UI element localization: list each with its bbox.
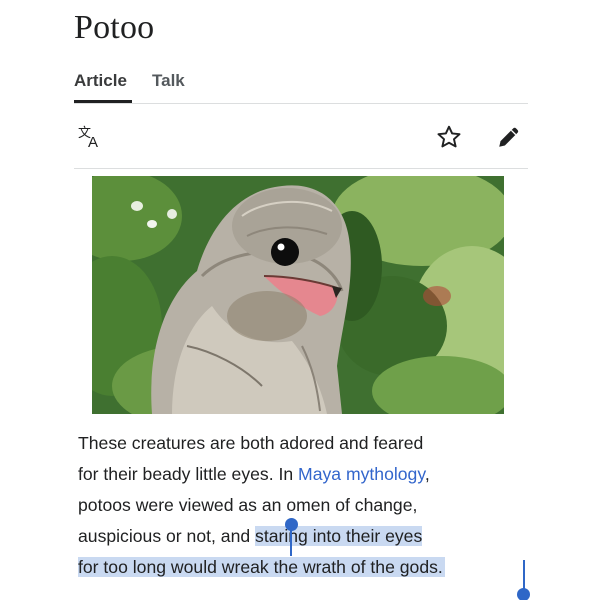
star-icon [437, 125, 461, 148]
selection-start-caret [290, 526, 292, 556]
watch-star-button[interactable] [434, 122, 464, 152]
selected-text[interactable]: for too long would wreak the wrath of th… [78, 557, 445, 577]
language-icon: 文 A [78, 126, 98, 150]
paragraph-line: potoos were viewed as an omen of change, [78, 495, 418, 515]
potoo-illustration [92, 176, 504, 414]
selected-text[interactable]: staring into their eyes [255, 526, 423, 546]
edit-button[interactable] [494, 122, 524, 152]
tabs-divider [74, 103, 528, 104]
paragraph-line: for too long would wreak the wrath of th… [78, 552, 538, 583]
page-title: Potoo [74, 9, 155, 46]
tab-talk[interactable]: Talk [152, 68, 185, 94]
page-toolbar: 文 A [74, 118, 528, 158]
text-span: auspicious or not, and [78, 526, 256, 546]
article-paragraph: These creatures are both adored and fear… [78, 428, 538, 583]
selection-end-handle[interactable] [517, 588, 530, 600]
toolbar-divider [74, 168, 528, 169]
tab-article[interactable]: Article [74, 68, 127, 94]
article-tabs: Article Talk [74, 68, 528, 104]
text-span: , [424, 464, 430, 484]
paragraph-line: auspicious or not, and staring into thei… [78, 521, 538, 552]
text-span: for their beady little eyes. In [78, 464, 299, 484]
language-button[interactable]: 文 A [76, 122, 106, 152]
maya-mythology-link[interactable]: Maya mythology [298, 464, 425, 484]
potoo-photo[interactable] [92, 176, 504, 414]
svg-text:A: A [88, 134, 98, 150]
paragraph-line: These creatures are both adored and fear… [78, 433, 424, 453]
article-page: Potoo Article Talk 文 A These creatures a… [0, 0, 602, 600]
edit-pencil-icon [499, 127, 519, 147]
paragraph-line: for their beady little eyes. In Maya myt… [78, 459, 538, 490]
